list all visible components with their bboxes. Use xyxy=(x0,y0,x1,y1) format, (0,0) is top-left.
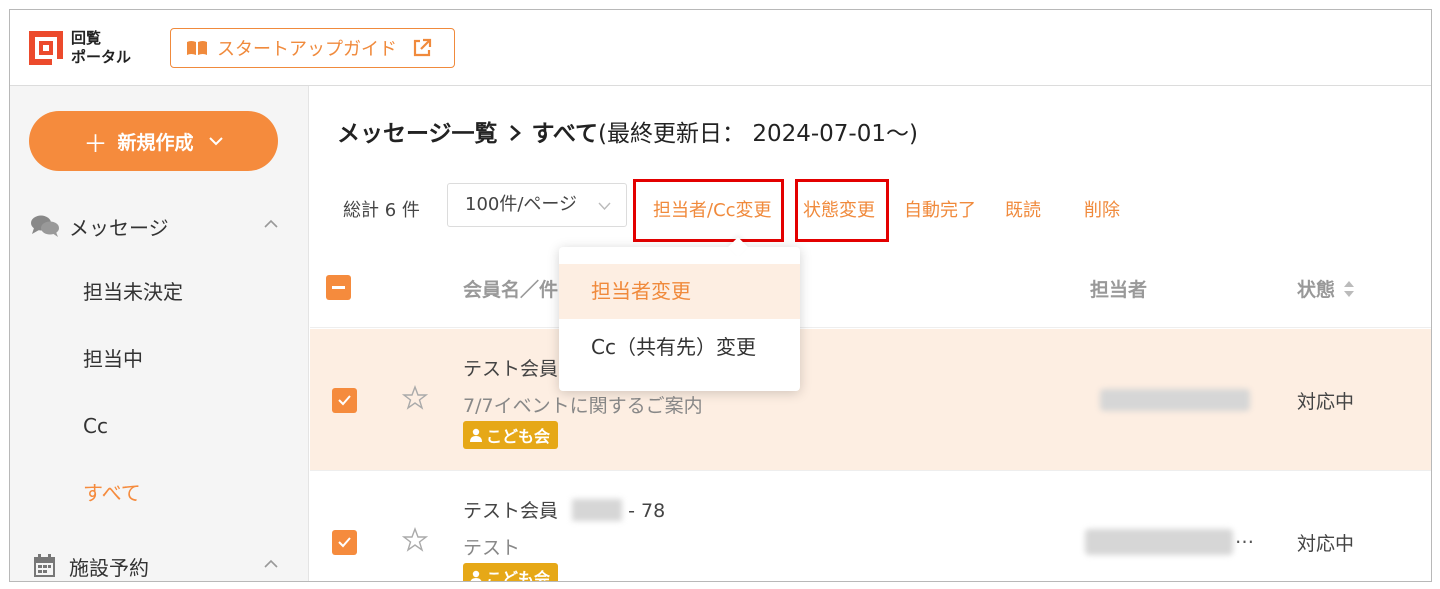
chevron-up-icon xyxy=(264,219,278,228)
logo-text: 回覧 ポータル xyxy=(71,29,132,66)
sidebar-section-messages[interactable]: メッセージ xyxy=(30,211,280,241)
total-count: 総計 6 件 xyxy=(343,200,420,221)
startup-guide-button[interactable]: スタートアップガイド xyxy=(170,28,455,68)
logo[interactable]: 回覧 ポータル xyxy=(28,27,143,69)
row-member-name: テスト会員 - 78 xyxy=(463,496,665,523)
row-member-name: テスト会員 xyxy=(463,358,559,380)
new-create-label: 新規作成 xyxy=(117,131,194,154)
breadcrumb-parent[interactable]: メッセージ一覧 xyxy=(337,121,498,147)
group-tag: こども会 xyxy=(463,563,559,582)
breadcrumb-date-range: (最終更新日： 2024-07-01～) xyxy=(598,121,918,147)
status-change-button[interactable]: 状態変更 xyxy=(803,196,875,222)
delete-button[interactable]: 削除 xyxy=(1084,196,1120,222)
assignee-more: … xyxy=(1235,526,1254,548)
chat-bubbles-icon xyxy=(31,215,59,237)
sidebar-item-cc[interactable]: Cc xyxy=(83,411,283,441)
calendar-icon xyxy=(34,554,55,577)
column-header-assignee[interactable]: 担当者 xyxy=(1090,275,1147,302)
chevron-down-icon xyxy=(208,137,223,146)
external-link-icon xyxy=(413,38,432,57)
sidebar: ＋ 新規作成 メッセージ 担当未決定 3 担当中 Cc すべて xyxy=(10,86,344,581)
row-member-id: - 78 xyxy=(628,500,666,522)
breadcrumb-current: すべて xyxy=(531,121,599,147)
menu-item-change-cc[interactable]: Cc（共有先）変更 xyxy=(559,320,800,375)
row-member-name-label: テスト会員 xyxy=(463,500,559,522)
per-page-value: 100件/ページ xyxy=(465,194,578,215)
table-header: 会員名／件 担当者 状態 xyxy=(310,251,1431,328)
group-tag-label: こども会 xyxy=(486,427,551,446)
page-title: メッセージ一覧 すべて(最終更新日： 2024-07-01～) xyxy=(337,114,918,148)
sidebar-item-all[interactable]: すべて xyxy=(83,478,283,508)
row-checkbox[interactable] xyxy=(332,530,357,555)
logo-icon xyxy=(29,31,63,65)
column-header-status-label: 状態 xyxy=(1297,279,1336,301)
sidebar-item-unassigned[interactable]: 担当未決定 3 xyxy=(83,277,344,307)
blurred-assignee xyxy=(1085,529,1233,555)
menu-item-change-assignee[interactable]: 担当者変更 xyxy=(559,264,800,319)
sidebar-item-assigned[interactable]: 担当中 xyxy=(83,344,283,374)
table-row[interactable]: テスト会員 7/7イベントに関するご案内 こども会 対応中 xyxy=(310,329,1431,471)
auto-complete-button[interactable]: 自動完了 xyxy=(904,196,976,222)
star-icon[interactable] xyxy=(402,385,428,411)
chevron-up-icon xyxy=(264,559,278,568)
group-tag: こども会 xyxy=(463,421,559,449)
blurred-assignee xyxy=(1100,389,1250,411)
person-icon xyxy=(470,570,482,581)
sort-icon xyxy=(1344,281,1355,297)
chevron-down-icon xyxy=(598,202,611,210)
sidebar-section-label: メッセージ xyxy=(69,215,169,240)
row-status: 対応中 xyxy=(1297,533,1355,555)
assignee-cc-change-button[interactable]: 担当者/Cc変更 xyxy=(653,196,772,222)
plus-icon: ＋ xyxy=(83,129,108,158)
column-header-status[interactable]: 状態 xyxy=(1297,275,1355,302)
toolbar: 総計 6 件 100件/ページ 担当者/Cc変更 状態変更 自動完了 既読 削除 xyxy=(310,179,1431,242)
chevron-right-icon xyxy=(509,125,521,141)
per-page-select[interactable]: 100件/ページ xyxy=(447,183,627,227)
sidebar-section-label: 施設予約 xyxy=(69,555,149,580)
star-icon[interactable] xyxy=(402,527,428,553)
column-header-name[interactable]: 会員名／件 xyxy=(463,275,558,302)
row-status: 対応中 xyxy=(1297,391,1355,413)
sidebar-section-facility[interactable]: 施設予約 xyxy=(30,551,280,581)
person-icon xyxy=(470,428,482,442)
top-header: 回覧 ポータル スタートアップガイド xyxy=(10,10,1431,86)
mark-read-button[interactable]: 既読 xyxy=(1005,196,1041,222)
sidebar-item-label: 担当未決定 xyxy=(83,280,183,304)
startup-guide-label: スタートアップガイド xyxy=(217,39,397,60)
row-checkbox[interactable] xyxy=(332,388,357,413)
select-all-checkbox[interactable] xyxy=(326,275,351,300)
new-create-button[interactable]: ＋ 新規作成 xyxy=(29,111,278,171)
app-window: 回覧 ポータル スタートアップガイド ＋ 新規作成 メッセージ 担当未決定 担当… xyxy=(9,9,1432,582)
row-subject: 7/7イベントに関するご案内 xyxy=(463,395,703,417)
book-icon xyxy=(187,41,207,55)
assignee-change-menu: 担当者変更 Cc（共有先）変更 xyxy=(559,247,800,391)
row-subject: テスト xyxy=(463,537,521,559)
group-tag-label: こども会 xyxy=(486,569,551,582)
blurred-name xyxy=(572,499,623,521)
main-content: メッセージ一覧 すべて(最終更新日： 2024-07-01～) 総計 6 件 10… xyxy=(310,86,1431,582)
table-row[interactable]: テスト会員 - 78 テスト こども会 … 対応中 xyxy=(310,471,1431,582)
